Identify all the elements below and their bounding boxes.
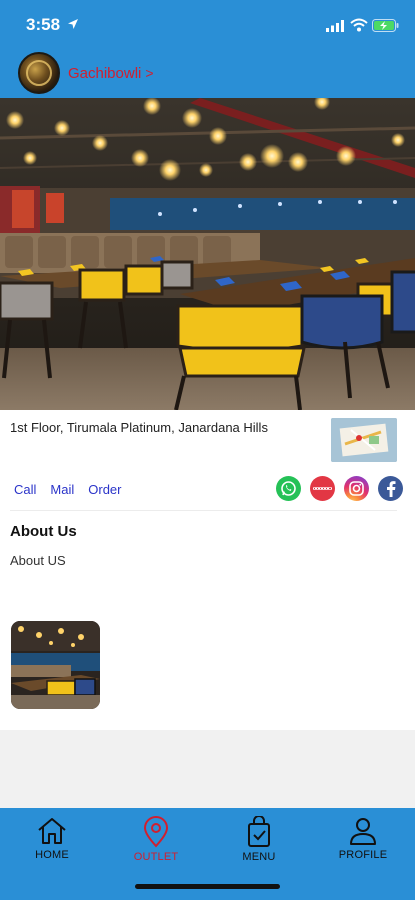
chevron-right-icon[interactable]: >: [145, 65, 153, 81]
outlet-selector[interactable]: Gachibowli >: [18, 52, 154, 94]
social-links: [276, 476, 403, 501]
battery-charging-icon: [372, 19, 399, 32]
zomato-icon[interactable]: [310, 476, 335, 501]
status-bar: 3:58: [0, 0, 415, 50]
content-footer-space: [0, 730, 415, 808]
shopping-bag-icon: [248, 816, 270, 847]
location-pin-icon: [143, 816, 169, 848]
instagram-icon[interactable]: [344, 476, 369, 501]
cellular-signal-icon: [326, 20, 344, 32]
facebook-icon[interactable]: [378, 476, 403, 501]
home-indicator: [135, 884, 280, 889]
order-link[interactable]: Order: [88, 482, 121, 497]
nav-home[interactable]: HOME: [7, 816, 97, 861]
nav-outlet[interactable]: OUTLET: [111, 816, 201, 863]
section-divider: [10, 510, 397, 511]
status-time: 3:58: [26, 15, 61, 34]
app-header: 3:58 Gachibowli >: [0, 0, 415, 98]
about-heading: About Us: [10, 523, 77, 540]
wifi-icon: [350, 18, 368, 32]
gallery-image-thumbnail[interactable]: [11, 621, 100, 709]
home-icon: [38, 818, 66, 844]
about-text: About US: [10, 553, 66, 568]
nav-menu-label: MENU: [242, 851, 276, 863]
nav-menu[interactable]: MENU: [214, 816, 304, 863]
outlet-address: 1st Floor, Tirumala Platinum, Janardana …: [10, 420, 268, 435]
restaurant-hero-image: [0, 98, 415, 410]
outlet-name[interactable]: Gachibowli: [68, 65, 141, 82]
contact-actions: Call Mail Order: [14, 482, 135, 497]
nav-profile[interactable]: PROFILE: [318, 816, 408, 861]
map-thumbnail[interactable]: [331, 418, 397, 462]
restaurant-logo-avatar: [18, 52, 60, 94]
user-icon: [350, 818, 376, 845]
call-link[interactable]: Call: [14, 482, 36, 497]
mail-link[interactable]: Mail: [50, 482, 74, 497]
nav-profile-label: PROFILE: [338, 849, 388, 861]
location-arrow-icon: [68, 19, 78, 29]
nav-outlet-label: OUTLET: [133, 851, 179, 863]
nav-home-label: HOME: [35, 849, 69, 861]
whatsapp-icon[interactable]: [276, 476, 301, 501]
